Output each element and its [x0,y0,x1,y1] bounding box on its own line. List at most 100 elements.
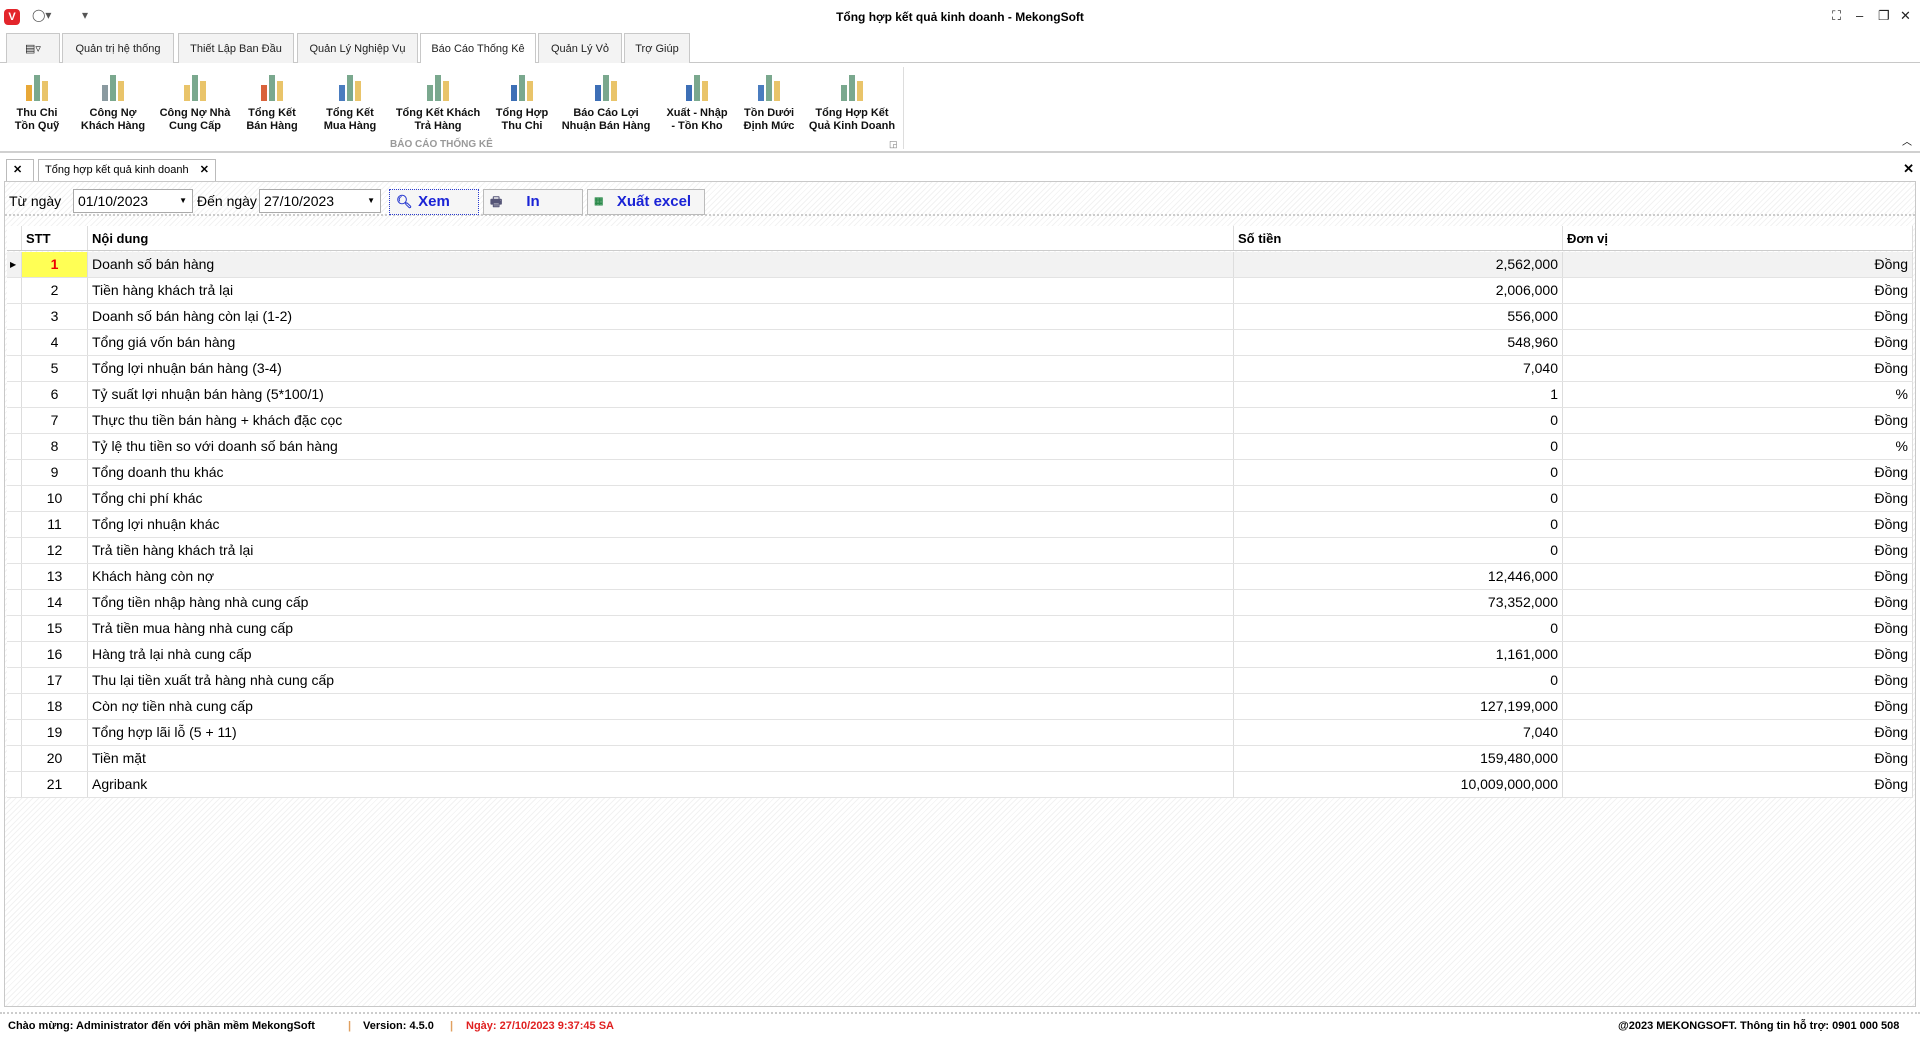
row-indicator[interactable] [7,486,22,511]
row-indicator[interactable] [7,642,22,667]
restore-button[interactable]: ❐ [1878,8,1890,24]
table-row[interactable]: 6 Tỷ suất lợi nhuận bán hàng (5*100/1) 1… [7,382,1913,408]
table-row[interactable]: 10 Tổng chi phí khác 0 Đồng [7,486,1913,512]
app-menu-button[interactable]: ▤▿ [6,33,60,63]
document-tabs: ✕ Tổng hợp kết quả kinh doanh ✕ ✕ [0,157,1920,181]
from-date-input[interactable]: 01/10/2023 ▼ [73,189,193,213]
table-row[interactable]: 4 Tổng giá vốn bán hàng 548,960 Đồng [7,330,1913,356]
ribbon-button-1[interactable]: Thu Chi Tồn Quỹ [8,67,66,133]
table-row[interactable]: 5 Tổng lợi nhuận bán hàng (3-4) 7,040 Đồ… [7,356,1913,382]
table-row[interactable]: 17 Thu lại tiền xuất trả hàng nhà cung c… [7,668,1913,694]
from-date-value: 01/10/2023 [78,193,149,209]
row-indicator[interactable] [7,694,22,719]
fullscreen-icon[interactable]: ⛶ [1832,8,1841,24]
row-indicator[interactable] [7,746,22,771]
doc-tab-label: Tổng hợp kết quả kinh doanh [45,164,189,176]
row-indicator[interactable] [7,720,22,745]
ribbon-button-5[interactable]: Tổng Kết Mua Hàng [316,67,384,133]
tab-quan-ly-vo[interactable]: Quản Lý Vỏ [538,33,622,63]
ribbon-button-4[interactable]: Tổng Kết Bán Hàng [240,67,304,133]
close-all-tabs-button[interactable]: ✕ [6,159,34,181]
table-row[interactable]: 11 Tổng lợi nhuận khác 0 Đồng [7,512,1913,538]
table-row[interactable]: 7 Thực thu tiền bán hàng + khách đặc cọc… [7,408,1913,434]
ribbon-button-2[interactable]: Công Nợ Khách Hàng [76,67,150,133]
table-row[interactable]: 12 Trả tiền hàng khách trả lại 0 Đồng [7,538,1913,564]
copyright-text: @2023 MEKONGSOFT. Thông tin hỗ trợ: 0901… [1618,1020,1900,1032]
collapse-ribbon-icon[interactable]: ︿ [1902,133,1912,148]
column-header-noi-dung[interactable]: Nội dung [88,226,1234,250]
ribbon-button-label-1: Công Nợ [89,107,137,119]
row-indicator[interactable] [7,434,22,459]
cell-noi-dung: Tổng doanh thu khác [88,460,1234,485]
row-indicator[interactable] [7,330,22,355]
to-date-input[interactable]: 27/10/2023 ▼ [259,189,381,213]
table-row[interactable]: 18 Còn nợ tiền nhà cung cấp 127,199,000 … [7,694,1913,720]
row-indicator[interactable] [7,616,22,641]
row-indicator[interactable] [7,304,22,329]
ribbon-group-label: BÁO CÁO THỐNG KÊ [390,139,493,150]
table-row[interactable]: 19 Tổng hợp lãi lỗ (5 + 11) 7,040 Đồng [7,720,1913,746]
row-indicator[interactable] [7,668,22,693]
group-expand-icon[interactable]: ◲ [889,139,898,150]
cell-don-vi: Đồng [1563,564,1913,589]
table-row[interactable]: 9 Tổng doanh thu khác 0 Đồng [7,460,1913,486]
row-indicator[interactable] [7,460,22,485]
row-indicator[interactable] [7,512,22,537]
table-row[interactable]: 8 Tỷ lệ thu tiền so với doanh số bán hàn… [7,434,1913,460]
ribbon-separator [903,67,904,149]
ribbon-button-6[interactable]: Tổng Kết Khách Trả Hàng [390,67,486,133]
dropdown-icon[interactable]: ▼ [179,190,187,212]
export-excel-button[interactable]: ▦ Xuất excel [587,189,705,215]
column-header-don-vi[interactable]: Đơn vị [1563,226,1913,250]
column-header-so-tien[interactable]: Số tiền [1234,226,1563,250]
column-header-stt[interactable]: STT [22,226,88,250]
tab-thiet-lap[interactable]: Thiết Lập Ban Đầu [178,33,294,63]
print-button[interactable]: 🖶 In [483,189,583,215]
row-indicator[interactable] [7,538,22,563]
cell-don-vi: Đồng [1563,278,1913,303]
close-document-icon[interactable]: ✕ [1903,161,1914,177]
row-indicator[interactable] [7,278,22,303]
table-row[interactable]: 2 Tiền hàng khách trả lại 2,006,000 Đồng [7,278,1913,304]
table-row[interactable]: 13 Khách hàng còn nợ 12,446,000 Đồng [7,564,1913,590]
minimize-button[interactable]: – [1856,8,1863,23]
table-row[interactable]: 16 Hàng trả lại nhà cung cấp 1,161,000 Đ… [7,642,1913,668]
ribbon-button-9[interactable]: Xuất - Nhập - Tồn Kho [660,67,734,133]
table-row[interactable]: 20 Tiền mặt 159,480,000 Đồng [7,746,1913,772]
cell-noi-dung: Tỷ lệ thu tiền so với doanh số bán hàng [88,434,1234,459]
close-button[interactable]: ✕ [1900,8,1911,24]
ribbon-button-11[interactable]: Tổng Hợp Kết Quả Kinh Doanh [804,67,900,133]
close-tab-icon[interactable]: ✕ [200,160,209,180]
row-indicator[interactable] [7,590,22,615]
row-indicator[interactable] [7,772,22,797]
tab-quan-ly-nghiep-vu[interactable]: Quản Lý Nghiệp Vụ [297,33,418,63]
tab-tro-giup[interactable]: Trợ Giúp [624,33,690,63]
table-row[interactable]: 15 Trả tiền mua hàng nhà cung cấp 0 Đồng [7,616,1913,642]
ribbon-button-10[interactable]: Tồn Dưới Định Mức [736,67,802,133]
view-button[interactable]: 🔍︎ Xem [389,189,479,215]
cell-so-tien: 0 [1234,668,1563,693]
cell-so-tien: 2,006,000 [1234,278,1563,303]
table-row[interactable]: 3 Doanh số bán hàng còn lại (1-2) 556,00… [7,304,1913,330]
status-bar: Chào mừng: Administrator đến với phần mề… [0,1012,1920,1039]
row-indicator[interactable] [7,382,22,407]
ribbon-button-3[interactable]: Công Nợ Nhà Cung Cấp [156,67,234,133]
tab-bao-cao-thong-ke[interactable]: Báo Cáo Thống Kê [420,33,536,64]
cell-so-tien: 7,040 [1234,356,1563,381]
cell-stt: 20 [22,746,88,771]
ribbon-button-label-1: Xuất - Nhập [666,107,728,119]
cell-don-vi: % [1563,434,1913,459]
ribbon-button-8[interactable]: Báo Cáo Lợi Nhuận Bán Hàng [556,67,656,133]
table-row[interactable]: 21 Agribank 10,009,000,000 Đồng [7,772,1913,798]
row-indicator[interactable] [7,408,22,433]
table-row[interactable]: 14 Tổng tiền nhập hàng nhà cung cấp 73,3… [7,590,1913,616]
tab-quan-tri[interactable]: Quản trị hệ thống [62,33,174,63]
row-indicator[interactable] [7,564,22,589]
table-row[interactable]: ▶ 1 Doanh số bán hàng 2,562,000 Đồng [7,252,1913,278]
ribbon-button-7[interactable]: Tổng Hợp Thu Chi [490,67,554,133]
row-indicator[interactable] [7,356,22,381]
row-indicator[interactable]: ▶ [7,252,22,277]
dropdown-icon[interactable]: ▼ [367,190,375,212]
report-chart-icon [333,67,367,101]
doc-tab-tong-hop[interactable]: Tổng hợp kết quả kinh doanh ✕ [38,159,216,181]
